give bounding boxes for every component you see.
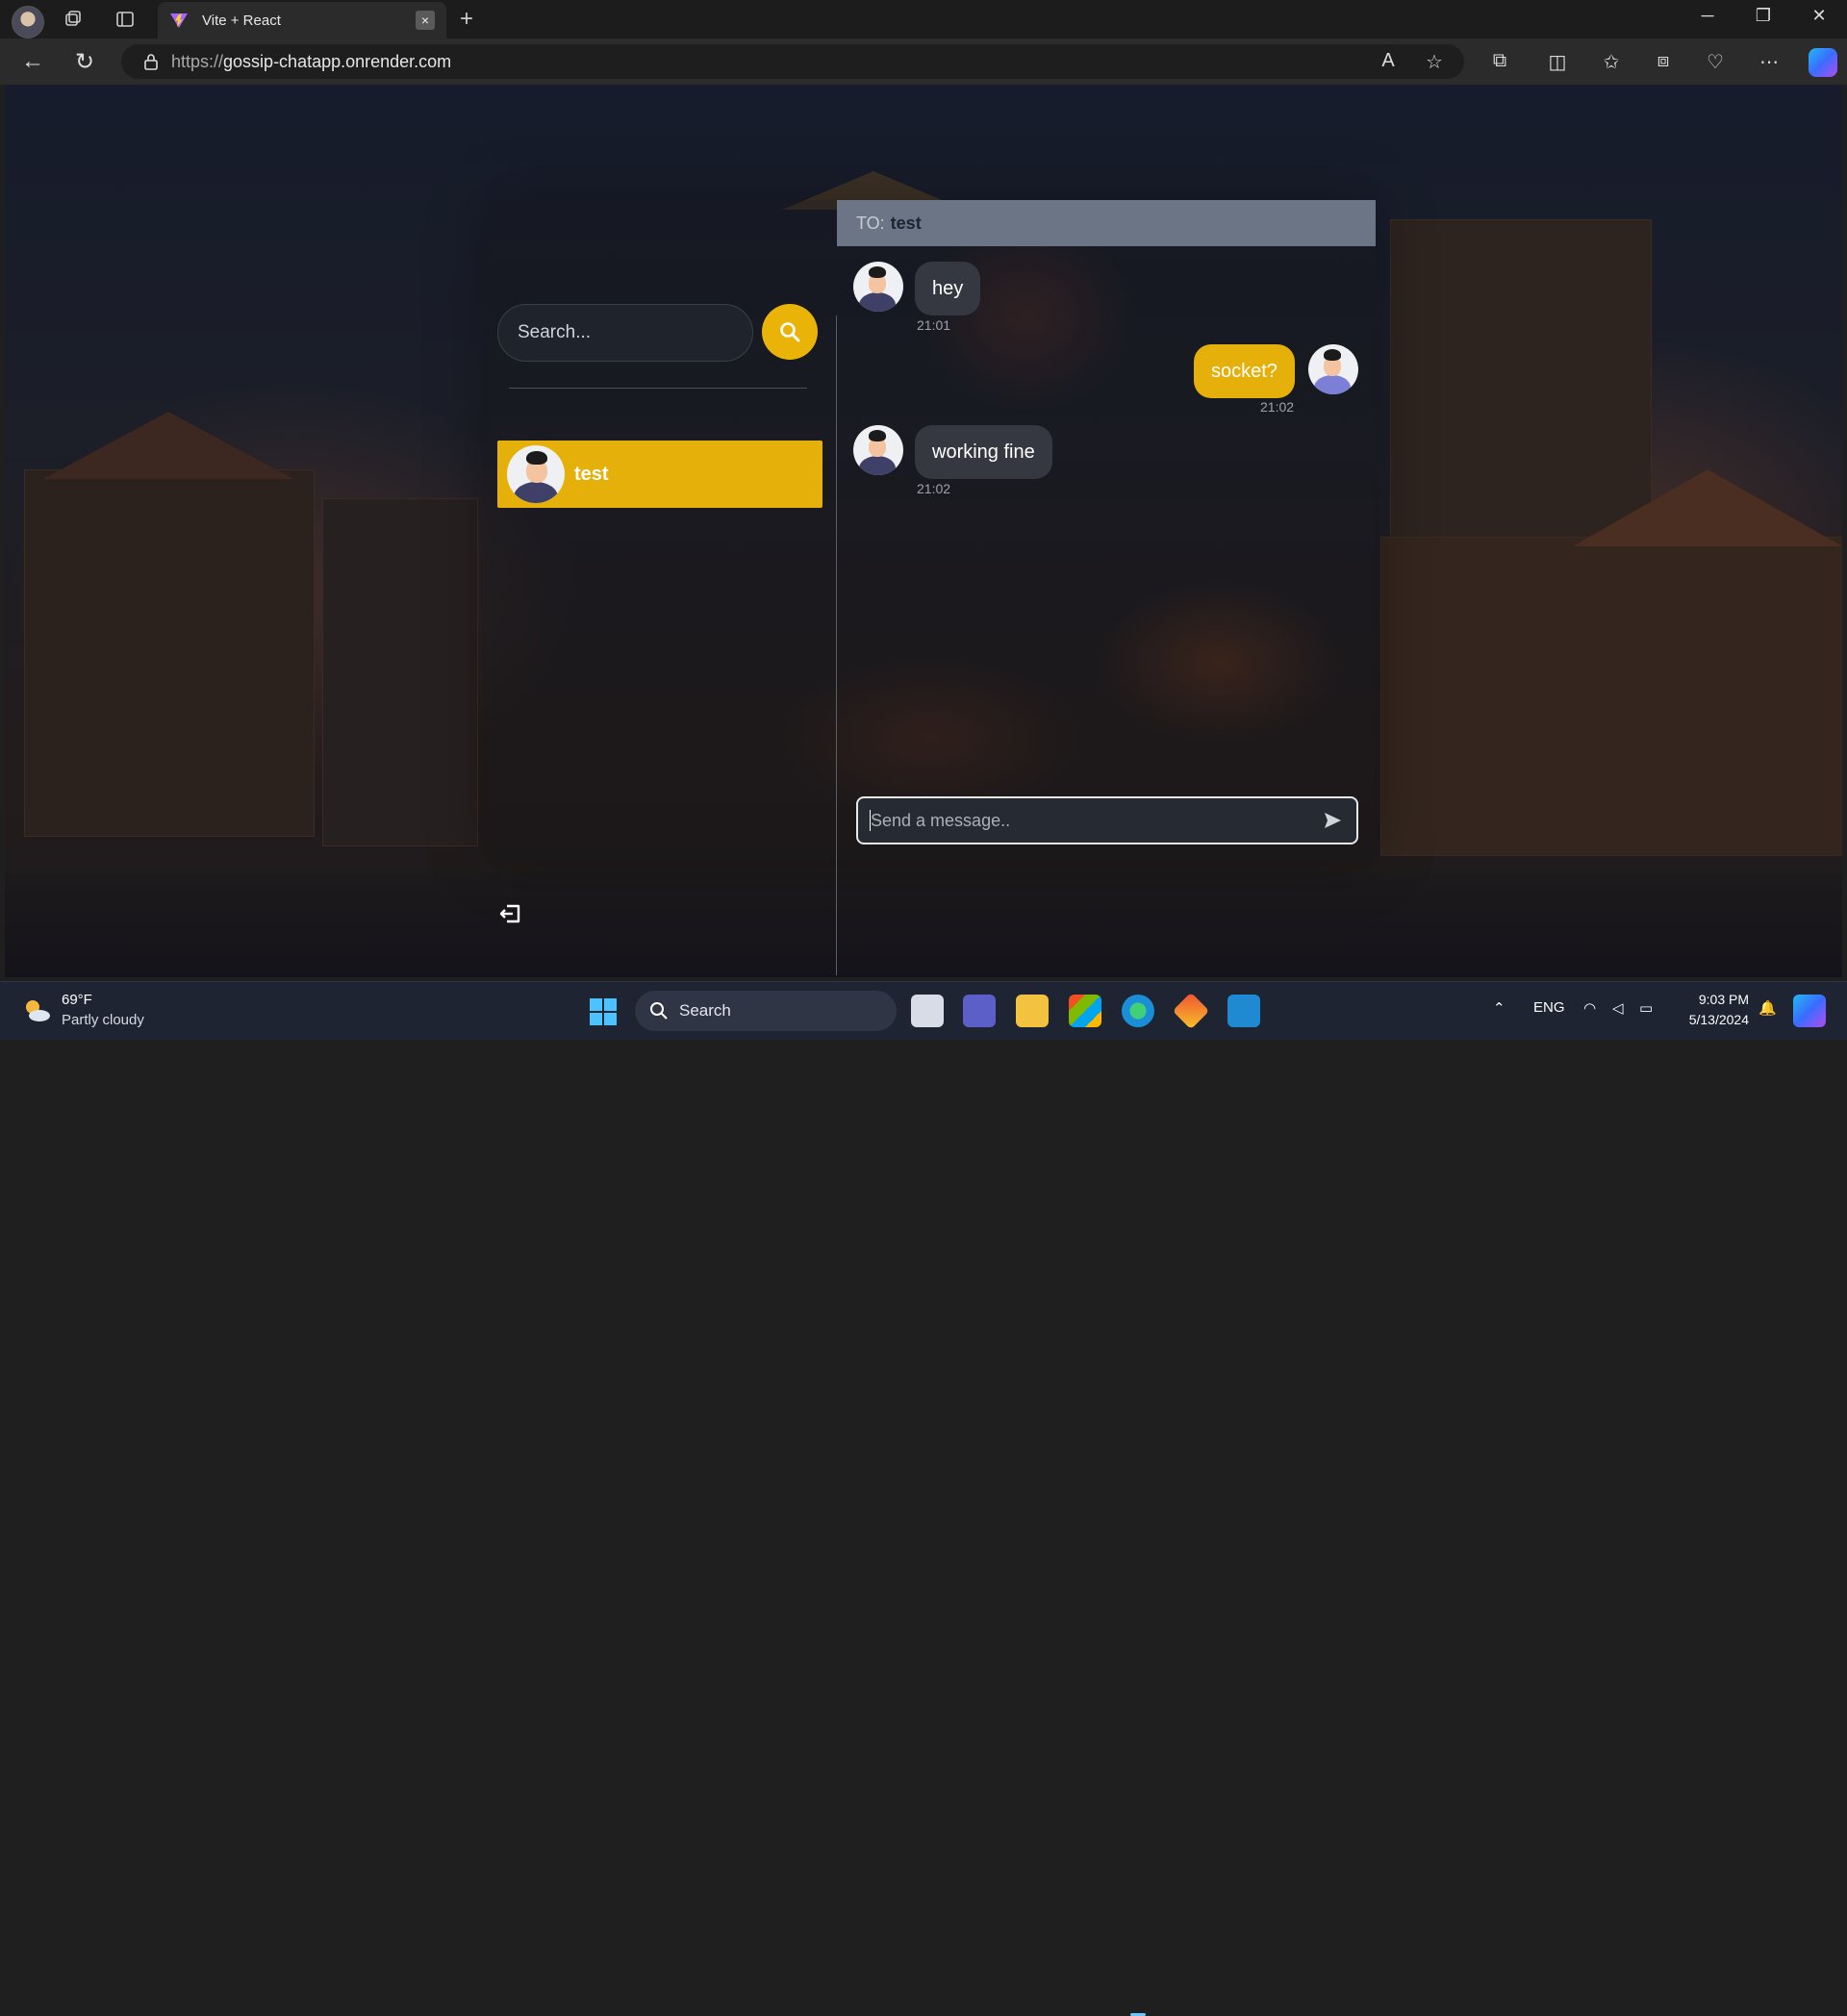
favorite-star-icon[interactable]: ☆ bbox=[1422, 50, 1447, 74]
new-tab-button[interactable]: + bbox=[460, 6, 473, 33]
search-icon bbox=[650, 1002, 668, 1020]
vscode-icon[interactable] bbox=[1227, 995, 1260, 1027]
tab-close-button[interactable]: × bbox=[416, 11, 435, 30]
copilot-icon[interactable] bbox=[1809, 48, 1837, 77]
to-label: TO: bbox=[856, 213, 885, 233]
message-placeholder: Send a message.. bbox=[871, 810, 1011, 830]
my-avatar bbox=[1307, 344, 1358, 394]
search-input[interactable]: Search... bbox=[497, 304, 753, 362]
message-time: 21:02 bbox=[917, 481, 951, 496]
search-placeholder: Search... bbox=[518, 322, 592, 342]
url-text: https://gossip-chatapp.onrender.com bbox=[171, 51, 452, 71]
conversation-name: test bbox=[574, 463, 609, 485]
taskbar-search-label: Search bbox=[679, 1001, 731, 1020]
message-bubble: working fine bbox=[915, 425, 1052, 479]
notification-bell-icon[interactable]: 🔔 bbox=[1758, 999, 1777, 1017]
search-button[interactable] bbox=[762, 304, 818, 360]
background-ground bbox=[5, 873, 1842, 977]
windows-taskbar: 69°F Partly cloudy Search ⌃ ENG ◠ ◁ ▭ 9:… bbox=[0, 981, 1847, 2016]
browser-essentials-icon[interactable]: ♡ bbox=[1703, 50, 1728, 74]
tab-active[interactable]: Vite + React × bbox=[158, 2, 446, 38]
message-time: 21:02 bbox=[1260, 399, 1295, 415]
logout-icon[interactable] bbox=[497, 900, 524, 927]
vite-logo-icon bbox=[170, 13, 188, 28]
git-icon[interactable] bbox=[1172, 992, 1210, 1030]
copilot-taskbar-icon[interactable] bbox=[1793, 995, 1826, 1027]
message-bubble: socket? bbox=[1194, 344, 1295, 398]
chat-header: TO: test bbox=[837, 200, 1376, 246]
clock-date[interactable]: 5/13/2024 bbox=[1674, 1012, 1749, 1027]
sender-avatar bbox=[853, 262, 903, 312]
wifi-icon[interactable]: ◠ bbox=[1583, 999, 1596, 1017]
address-bar[interactable]: https://gossip-chatapp.onrender.com bbox=[121, 44, 1464, 79]
avatar bbox=[507, 445, 565, 503]
favorites-icon[interactable]: ✩ bbox=[1599, 50, 1624, 74]
background-building bbox=[1380, 537, 1842, 856]
back-arrow-icon[interactable]: ← bbox=[21, 48, 44, 75]
message-received: hey bbox=[853, 262, 981, 315]
sidebar-divider bbox=[509, 388, 807, 389]
message-sent: socket? bbox=[1194, 344, 1358, 398]
tray-overflow-icon[interactable]: ⌃ bbox=[1493, 999, 1505, 1017]
split-screen-icon[interactable]: ◫ bbox=[1545, 50, 1570, 74]
background-building bbox=[24, 469, 315, 837]
tab-title: Vite + React bbox=[202, 12, 281, 29]
language-indicator[interactable]: ENG bbox=[1533, 999, 1565, 1016]
search-icon bbox=[780, 322, 800, 342]
message-received: working fine bbox=[853, 425, 1052, 479]
lock-icon bbox=[144, 54, 158, 70]
message-bubble: hey bbox=[915, 262, 981, 315]
microsoft-store-icon[interactable] bbox=[1069, 995, 1101, 1027]
background-roof bbox=[43, 412, 293, 479]
sidebar-separator bbox=[836, 315, 837, 975]
page-viewport: Search... test TO: test hey 21:01 socket… bbox=[5, 85, 1842, 977]
more-menu-icon[interactable]: ⋯ bbox=[1757, 50, 1782, 74]
collections-icon[interactable]: ⧈ bbox=[1651, 50, 1676, 72]
file-explorer-icon[interactable] bbox=[1016, 995, 1049, 1027]
read-aloud-icon[interactable]: A bbox=[1376, 50, 1401, 72]
conversation-item-test[interactable]: test bbox=[497, 441, 822, 508]
partly-cloudy-icon[interactable] bbox=[21, 995, 52, 1026]
teams-icon[interactable] bbox=[963, 995, 996, 1027]
workspaces-icon[interactable] bbox=[62, 8, 85, 31]
taskbar-search[interactable]: Search bbox=[635, 991, 897, 1031]
background-roof bbox=[1573, 469, 1842, 546]
profile-avatar[interactable] bbox=[12, 6, 44, 38]
close-window-button[interactable]: ✕ bbox=[1805, 6, 1834, 26]
extensions-icon[interactable]: ⧉ bbox=[1487, 50, 1512, 72]
browser-tab-bar: Vite + React × + ─ ❐ ✕ bbox=[0, 0, 1847, 38]
background-building bbox=[322, 498, 478, 846]
recipient-name: test bbox=[890, 213, 922, 233]
weather-description[interactable]: Partly cloudy bbox=[62, 1012, 144, 1028]
minimize-button[interactable]: ─ bbox=[1693, 6, 1722, 26]
vertical-tabs-icon[interactable] bbox=[114, 8, 137, 31]
message-time: 21:01 bbox=[917, 317, 951, 333]
volume-icon[interactable]: ◁ bbox=[1612, 999, 1624, 1017]
weather-temperature[interactable]: 69°F bbox=[62, 992, 92, 1008]
browser-toolbar: ← ↻ https://gossip-chatapp.onrender.com … bbox=[0, 38, 1847, 85]
battery-icon[interactable]: ▭ bbox=[1639, 999, 1653, 1017]
task-view-icon[interactable] bbox=[911, 995, 944, 1027]
message-input[interactable]: Send a message.. bbox=[856, 796, 1358, 844]
sender-avatar bbox=[853, 425, 903, 475]
clock-time[interactable]: 9:03 PM bbox=[1691, 992, 1749, 1007]
restore-button[interactable]: ❐ bbox=[1749, 6, 1778, 26]
refresh-icon[interactable]: ↻ bbox=[75, 48, 94, 76]
edge-browser-icon[interactable] bbox=[1122, 995, 1154, 1027]
windows-start-icon[interactable] bbox=[589, 997, 618, 1026]
send-icon[interactable] bbox=[1322, 810, 1343, 831]
